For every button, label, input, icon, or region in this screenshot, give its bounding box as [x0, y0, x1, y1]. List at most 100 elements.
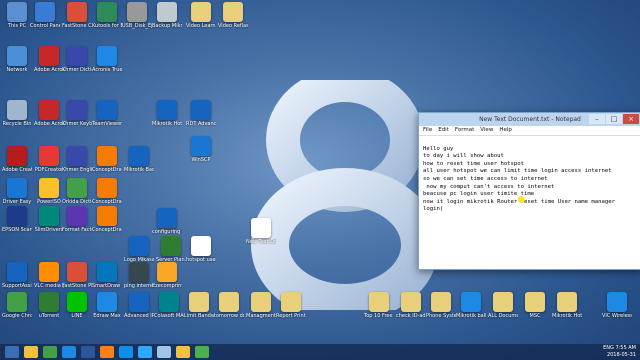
desktop-icon[interactable]: Limit Bandwidth: [184, 292, 214, 319]
explorer-taskbar-icon[interactable]: [24, 346, 38, 358]
desktop-icon-label: Video Learning Other Skill: [186, 23, 216, 29]
desktop-icon[interactable]: hotspot user reset count: [186, 236, 216, 263]
desktop-icon[interactable]: RDT Advance Request.docx: [186, 100, 216, 127]
notepad-titlebar[interactable]: New Text Document.txt - Notepad – □ ×: [419, 113, 640, 126]
desktop-icon[interactable]: USB_Disk_Eje: [122, 2, 152, 29]
desktop-icon[interactable]: TeamViewer Remote: [92, 100, 122, 127]
desktop-icon[interactable]: Kutools for Excel: [92, 2, 122, 29]
desktop-icon[interactable]: Server Plan.xlsx: [156, 236, 186, 263]
desktop-icon[interactable]: Control Panel: [30, 2, 60, 29]
desktop-icon[interactable]: Acronis True Image: [92, 46, 122, 73]
desktop-icon[interactable]: Advanced IP Scanner: [124, 292, 154, 319]
desktop-icon[interactable]: Recycle Bin: [2, 100, 32, 127]
desktop-icon-label: PDFCreator: [34, 167, 64, 173]
desktop-icon[interactable]: Video Learning Other Skill: [186, 2, 216, 29]
notepad-text-area[interactable]: Hello guy to day i will show about how to …: [419, 136, 640, 231]
desktop-icon-label: check ID-adm 02020 BH: [396, 313, 426, 319]
menu-view[interactable]: View: [480, 126, 493, 135]
notepad-window[interactable]: New Text Document.txt - Notepad – □ × Fi…: [418, 112, 640, 270]
desktop-icon[interactable]: FastStone Photo Resizer: [62, 262, 92, 289]
notepad-taskbar-icon[interactable]: [157, 346, 171, 358]
app-icon: [39, 178, 59, 198]
desktop-icon[interactable]: VIC WirelessR: [602, 292, 632, 319]
desktop-icon[interactable]: Logo Mikasa: [124, 236, 154, 263]
desktop-icon[interactable]: configuring a NTP server: [152, 208, 182, 235]
app-icon: [97, 46, 117, 66]
desktop-icon[interactable]: Report Printer: [276, 292, 306, 319]
desktop-icon[interactable]: Network: [2, 46, 32, 73]
desktop-icon[interactable]: SmartDraw 2012: [92, 262, 122, 289]
menu-file[interactable]: File: [423, 126, 432, 135]
desktop-icon[interactable]: LINE: [62, 292, 92, 319]
desktop-icon[interactable]: Managment Switch TP: [246, 292, 276, 319]
desktop-icon[interactable]: MSC: [520, 292, 550, 319]
camtasia-taskbar-icon[interactable]: [195, 346, 209, 358]
desktop-icon[interactable]: Khmer Dictionary: [62, 46, 92, 73]
desktop-icon[interactable]: Ezecomprint: [152, 262, 182, 289]
taskbar: ENG 7:55 AM 2018-05-31: [0, 344, 640, 360]
desktop-icon[interactable]: Mikrotik Hotspot: [552, 292, 582, 319]
desktop-icon[interactable]: ConceptDraw Office MIN: [92, 206, 122, 233]
desktop-icon[interactable]: Adobe Creative: [2, 146, 32, 173]
desktop-icon[interactable]: Orkida Dictionary: [62, 178, 92, 205]
desktop-icon[interactable]: SupportAssist: [2, 262, 32, 289]
desktop-icon-label: LINE: [71, 313, 83, 319]
desktop-icon[interactable]: Format Factory: [62, 206, 92, 233]
desktop-icon[interactable]: Mikrotik Backup: [124, 146, 154, 173]
media-taskbar-icon[interactable]: [62, 346, 76, 358]
word-taskbar-icon[interactable]: [81, 346, 95, 358]
desktop-icon[interactable]: ConceptDraw Office: [92, 146, 122, 173]
app-icon: [191, 136, 211, 156]
desktop-icon-label: Report Printer: [276, 313, 306, 319]
illustrator-taskbar-icon[interactable]: [100, 346, 114, 358]
menu-edit[interactable]: Edit: [438, 126, 449, 135]
desktop-icon[interactable]: New Text Document: [246, 218, 276, 245]
desktop-icon[interactable]: tomorrow download: [214, 292, 244, 319]
desktop-icon[interactable]: Khmer English: [62, 146, 92, 173]
photoshop-taskbar-icon[interactable]: [138, 346, 152, 358]
desktop-icon[interactable]: PowerISO: [34, 178, 64, 205]
desktop-icon[interactable]: Mikrotik ball mikrotik: [456, 292, 486, 319]
desktop-icon[interactable]: FastStone Capture: [62, 2, 92, 29]
desktop-icon[interactable]: uTorrent: [34, 292, 64, 319]
start-taskbar-icon[interactable]: [5, 346, 19, 358]
desktop-icon[interactable]: This PC: [2, 2, 32, 29]
desktop-icon[interactable]: Google Chrome: [2, 292, 32, 319]
app-icon: [67, 46, 87, 66]
desktop-icon[interactable]: Khmer Keyboard: [62, 100, 92, 127]
system-tray[interactable]: ENG 7:55 AM 2018-05-31: [603, 345, 636, 359]
desktop-icon[interactable]: WinSCP: [186, 136, 216, 163]
desktop-icon[interactable]: ALL Document: [488, 292, 518, 319]
desktop-icon[interactable]: EPSON Scan: [2, 206, 32, 233]
desktop-icon-label: Backup Mikrotik: [152, 23, 182, 29]
desktop-icon[interactable]: Adobe Acrobat: [34, 100, 64, 127]
desktop-icon[interactable]: Colasoft MAC Scanner: [154, 292, 184, 319]
maximize-button[interactable]: □: [606, 114, 622, 124]
desktop-icon[interactable]: SlimDrivers: [34, 206, 64, 233]
clock-date[interactable]: 2018-05-31: [603, 352, 636, 359]
language-indicator[interactable]: ENG: [603, 345, 614, 351]
app-icon: [97, 292, 117, 312]
desktop-icon[interactable]: Top 10 Free Downloads: [364, 292, 394, 319]
menu-help[interactable]: Help: [499, 126, 512, 135]
desktop-icon-label: SlimDrivers: [34, 227, 64, 233]
teamviewer-taskbar-icon[interactable]: [119, 346, 133, 358]
desktop-icon[interactable]: Edraw Max: [92, 292, 122, 319]
desktop-icon[interactable]: Video Reflash Service OMS: [218, 2, 248, 29]
desktop-icon[interactable]: ping internet.bat: [124, 262, 154, 289]
chrome-taskbar-icon[interactable]: [43, 346, 57, 358]
desktop-icon[interactable]: PDFCreator: [34, 146, 64, 173]
desktop-icon[interactable]: Adobe Acrobat DC: [34, 46, 64, 73]
minimize-button[interactable]: –: [589, 114, 605, 124]
desktop-icon[interactable]: Driver Easy: [2, 178, 32, 205]
close-button[interactable]: ×: [623, 114, 639, 124]
desktop-icon[interactable]: Phone System NL: [426, 292, 456, 319]
explorer2-taskbar-icon[interactable]: [176, 346, 190, 358]
desktop-icon[interactable]: Backup Mikrotik: [152, 2, 182, 29]
desktop-icon[interactable]: check ID-adm 02020 BH: [396, 292, 426, 319]
clock-time[interactable]: 7:55 AM: [615, 345, 636, 351]
desktop-icon[interactable]: ConceptDraw Office PRO: [92, 178, 122, 205]
desktop-icon[interactable]: VLC media player: [34, 262, 64, 289]
desktop-icon[interactable]: Mikrotik Hotspot Quick: [152, 100, 182, 127]
menu-format[interactable]: Format: [455, 126, 474, 135]
